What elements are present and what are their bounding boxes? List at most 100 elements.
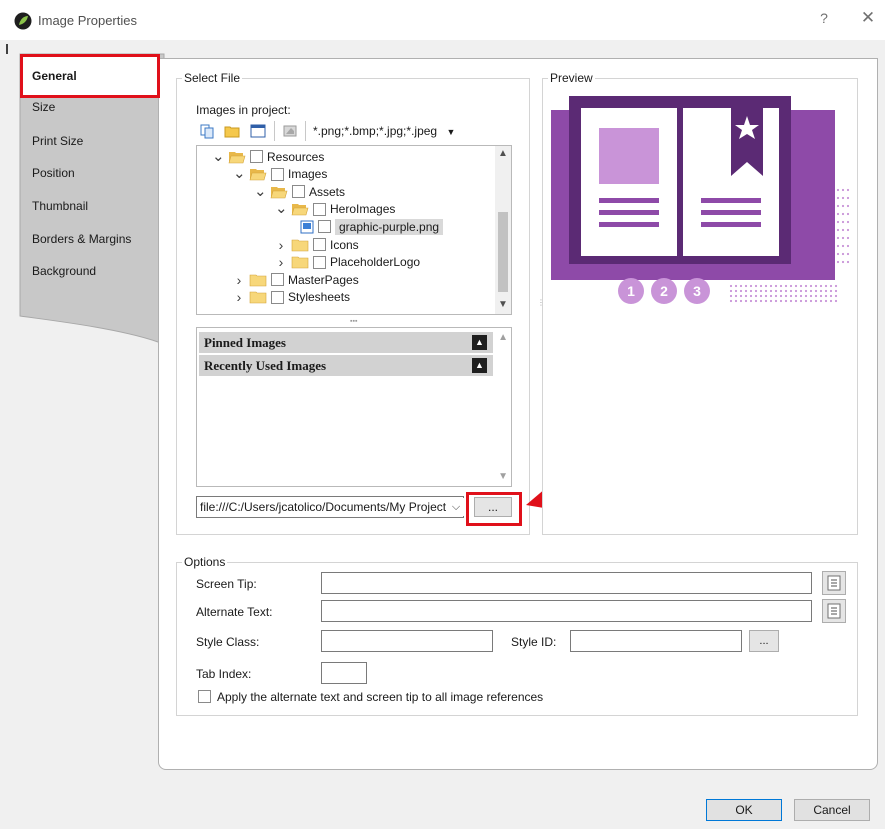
chevron-down-icon[interactable]: ⌄ [254, 184, 267, 199]
preview-dot [846, 220, 850, 224]
tree-checkbox[interactable] [318, 220, 331, 234]
nav-item-thumbnail[interactable]: Thumbnail [32, 199, 88, 213]
tree-folder-item[interactable]: ⌄ Resources [212, 148, 324, 165]
help-button[interactable]: ? [816, 10, 832, 26]
tree-checkbox[interactable] [250, 150, 263, 163]
collapse-icon[interactable]: ▲ [472, 335, 487, 350]
preview-dot [814, 284, 818, 288]
preview-dot [846, 204, 850, 208]
nav-item-print-size[interactable]: Print Size [32, 134, 83, 148]
style-class-input[interactable] [321, 630, 493, 652]
folder-open-icon [228, 151, 246, 163]
chevron-down-icon[interactable]: ▼ [498, 471, 508, 482]
window-edge-mark [6, 44, 8, 54]
pinned-images-label: Pinned Images [204, 335, 286, 350]
tree-item-label: Resources [267, 149, 325, 164]
document-edit-icon [827, 603, 841, 619]
file-filter-select[interactable]: *.png;*.bmp;*.jpg;*.jpeg ▼ [313, 124, 455, 138]
tree-folder-item[interactable]: › PlaceholderLogo [275, 254, 420, 271]
preview-dot [819, 299, 823, 303]
preview-badge-1: 1 [627, 283, 635, 299]
preview-dot [789, 289, 793, 293]
preview-badge-2: 2 [660, 283, 668, 299]
chevron-up-icon[interactable]: ▲ [498, 332, 508, 343]
close-button[interactable]: ✕ [860, 8, 876, 28]
preview-dot [769, 294, 773, 298]
chevron-down-icon[interactable]: ⌵ [448, 498, 464, 516]
chevron-right-icon[interactable]: › [275, 238, 287, 252]
chevron-up-icon[interactable]: ▲ [498, 148, 508, 159]
style-class-label: Style Class: [196, 635, 260, 649]
screen-tip-edit-button[interactable] [822, 571, 846, 595]
chevron-down-icon[interactable]: ⌄ [233, 166, 246, 181]
tree-checkbox[interactable] [271, 290, 284, 304]
preview-dot [841, 252, 845, 256]
tree-scroll-thumb[interactable] [498, 212, 508, 292]
chevron-right-icon[interactable]: › [233, 290, 245, 304]
screen-tip-input[interactable] [321, 572, 812, 594]
nav-item-borders-margins[interactable]: Borders & Margins [32, 232, 131, 246]
preview-dot [829, 289, 833, 293]
tree-checkbox[interactable] [313, 238, 326, 251]
preview-dot [789, 299, 793, 303]
preview-dot [841, 244, 845, 248]
recent-images-header[interactable]: Recently Used Images ▲ [199, 355, 493, 376]
cancel-button[interactable]: Cancel [794, 799, 870, 821]
tab-index-input[interactable] [321, 662, 367, 684]
nav-item-general[interactable]: General [20, 54, 160, 98]
style-id-input[interactable] [570, 630, 742, 652]
preview-dot [759, 299, 763, 303]
chevron-down-icon[interactable]: ▼ [498, 299, 508, 310]
preview-dot [744, 294, 748, 298]
tree-folder-item[interactable]: ⌄ Images [233, 166, 327, 183]
copy-icon[interactable] [199, 123, 215, 139]
image-lists-panel[interactable]: Pinned Images ▲ Recently Used Images ▲ ▲… [196, 327, 512, 487]
preview-dot [734, 289, 738, 293]
chevron-right-icon[interactable]: › [275, 255, 287, 269]
ok-button[interactable]: OK [706, 799, 782, 821]
preview-dot [799, 284, 803, 288]
tree-folder-item[interactable]: › MasterPages [233, 271, 359, 288]
file-path-combo[interactable]: file:///C:/Users/jcatolico/Documents/My … [196, 496, 464, 518]
open-folder-icon[interactable] [224, 123, 240, 139]
preview-dot [841, 220, 845, 224]
tree-checkbox[interactable] [292, 185, 305, 199]
tree-checkbox[interactable] [313, 255, 326, 269]
alt-text-input[interactable] [321, 600, 812, 622]
style-id-browse-button[interactable]: ... [749, 630, 779, 652]
chevron-down-icon[interactable]: ⌄ [212, 149, 225, 164]
tree-folder-item[interactable]: › Icons [275, 236, 359, 253]
nav-item-background[interactable]: Background [32, 264, 96, 278]
preview-dot [819, 284, 823, 288]
tree-folder-item[interactable]: ⌄ Assets [254, 183, 345, 200]
tree-checkbox[interactable] [271, 167, 284, 181]
tree-file-item[interactable]: graphic-purple.png [296, 218, 444, 235]
nav-item-size[interactable]: Size [32, 100, 55, 114]
collapse-icon[interactable]: ▲ [472, 358, 487, 373]
preview-dot [764, 284, 768, 288]
preview-dot [744, 289, 748, 293]
chevron-down-icon[interactable]: ⌄ [275, 201, 288, 216]
apply-all-checkbox[interactable] [198, 690, 211, 703]
preview-dot [824, 294, 828, 298]
tree-folder-item[interactable]: ⌄ HeroImages [275, 201, 395, 218]
preview-dot [836, 228, 840, 232]
splitter-grip-icon[interactable]: ▪▪▪ [350, 318, 357, 325]
nav-item-position[interactable]: Position [32, 166, 75, 180]
folder-open-icon [249, 169, 267, 181]
window-view-icon[interactable] [250, 123, 266, 139]
tree-folder-item[interactable]: › Stylesheets [233, 289, 350, 306]
preview-dot [799, 294, 803, 298]
pinned-images-header[interactable]: Pinned Images ▲ [199, 332, 493, 353]
edit-image-icon[interactable] [282, 123, 298, 139]
preview-dot [774, 299, 778, 303]
chevron-right-icon[interactable]: › [233, 273, 245, 287]
preview-badge-3: 3 [693, 283, 701, 299]
tree-checkbox[interactable] [271, 273, 284, 287]
tree-scrollbar[interactable]: ▲ ▼ [495, 146, 511, 314]
alt-text-edit-button[interactable] [822, 599, 846, 623]
tree-checkbox[interactable] [313, 202, 326, 216]
preview-dot [841, 212, 845, 216]
preview-dot [749, 294, 753, 298]
preview-dot [734, 294, 738, 298]
